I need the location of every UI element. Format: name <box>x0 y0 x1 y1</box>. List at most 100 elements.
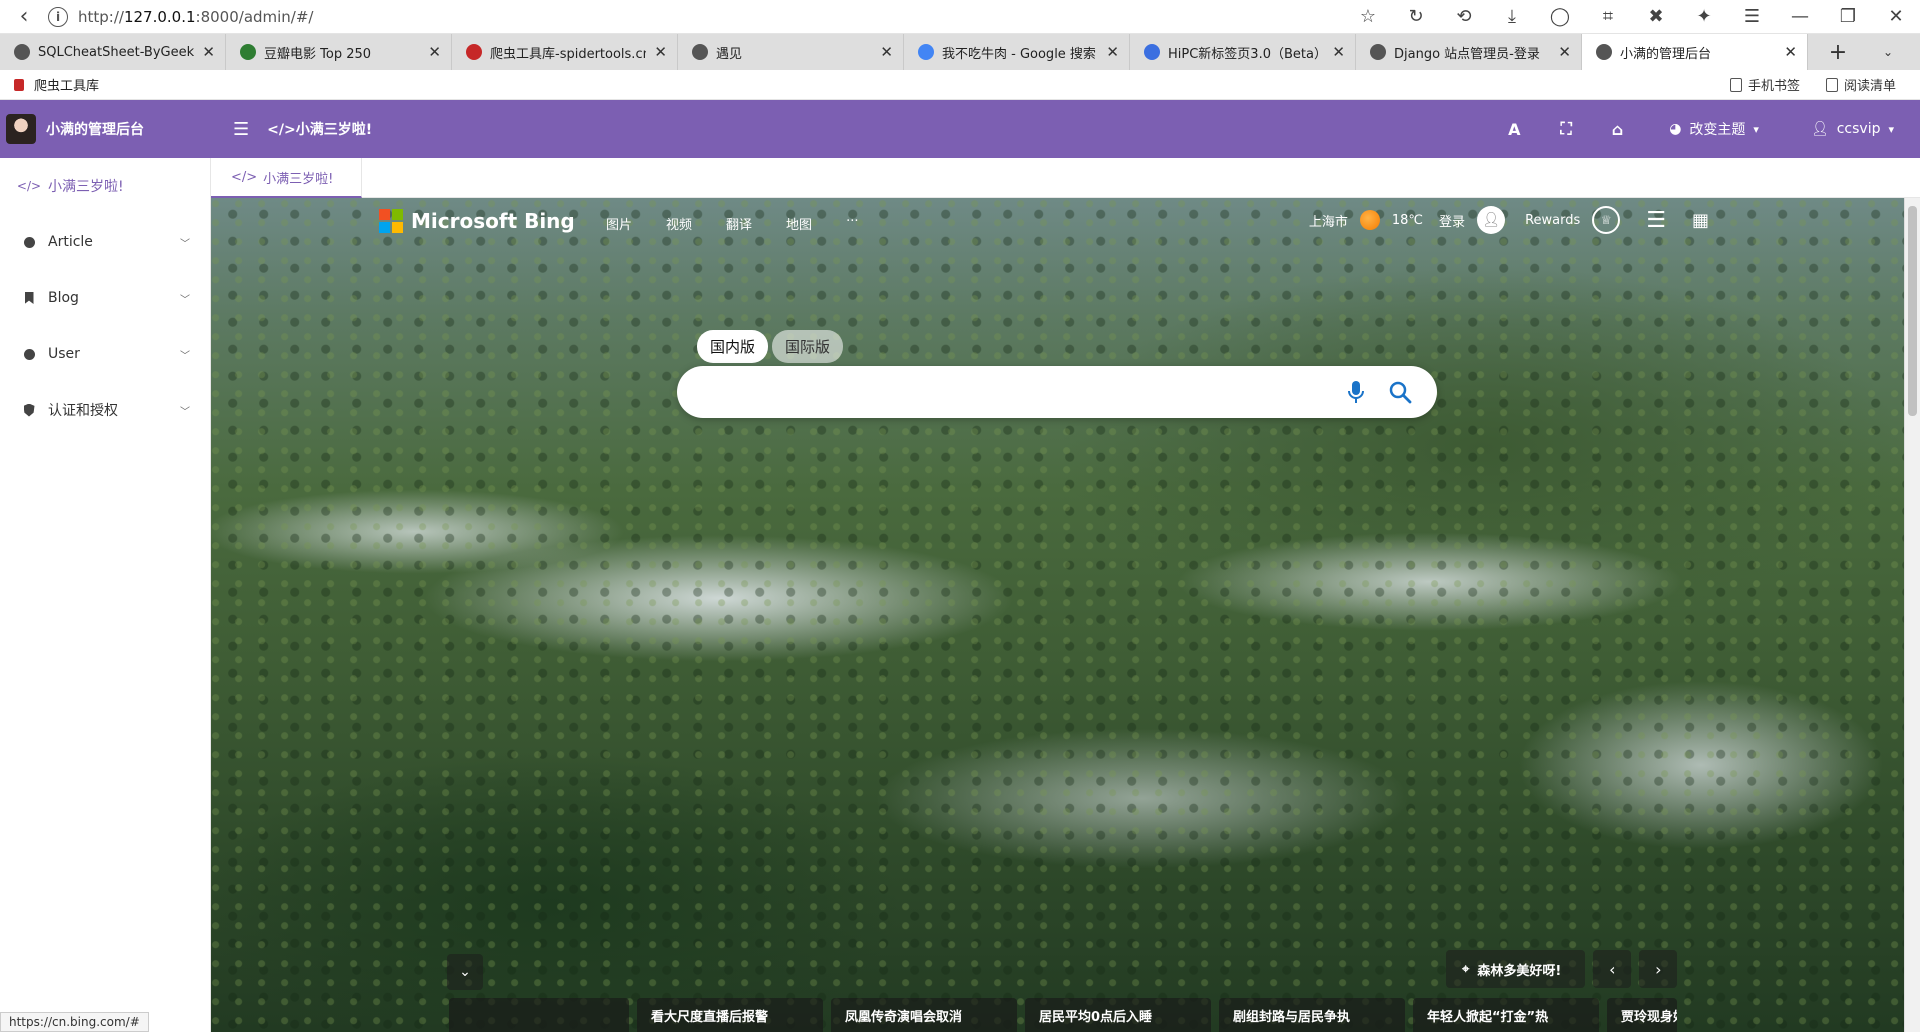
microphone-icon[interactable] <box>1341 380 1371 404</box>
mobile-bookmark-icon <box>1729 77 1742 92</box>
site-info-icon[interactable]: i <box>48 6 68 27</box>
extension-x-icon[interactable]: ✖ <box>1632 6 1680 27</box>
bing-nav-maps[interactable]: 地图 <box>786 214 812 233</box>
bing-rewards[interactable]: Rewards <box>1525 213 1580 228</box>
bing-image-caption: ⌖ 森林多美好呀! ‹ › <box>1446 950 1678 988</box>
next-image-button[interactable]: › <box>1639 950 1678 988</box>
tab-favicon-icon <box>692 44 708 60</box>
news-item[interactable]: 看大尺度直播后报警 <box>637 998 823 1032</box>
header-breadcrumb[interactable]: </>小满三岁啦! <box>267 119 372 139</box>
back-arrow-icon[interactable]: ‹ <box>0 4 48 29</box>
tab-title: 小满的管理后台 <box>1620 46 1712 62</box>
sidebar-item-auth[interactable]: 认证和授权 ﹀ <box>0 382 210 438</box>
minimize-icon[interactable]: — <box>1776 6 1824 27</box>
browser-tab[interactable]: 小满的管理后台 ✕ <box>1582 34 1808 70</box>
browser-tab[interactable]: 豆瓣电影 Top 250 ✕ <box>226 34 452 70</box>
expand-news-chevron-icon[interactable]: ⌄ <box>447 954 483 990</box>
location-pin-icon: ⌖ <box>1462 961 1470 977</box>
sidebar-item-user[interactable]: User ﹀ <box>0 326 210 382</box>
restore-icon[interactable]: ❐ <box>1824 6 1872 27</box>
history-icon[interactable]: ⟲ <box>1440 6 1488 27</box>
close-tab-icon[interactable]: ✕ <box>428 43 441 61</box>
bing-nav-videos[interactable]: 视频 <box>666 214 692 233</box>
bing-search-input[interactable] <box>677 366 1341 418</box>
tab-home[interactable]: </> 小满三岁啦! <box>211 158 363 198</box>
news-item[interactable]: 贾玲现身好 <box>1607 998 1677 1032</box>
browser-tab[interactable]: 我不吃牛肉 - Google 搜索 ✕ <box>904 34 1130 70</box>
browser-tab[interactable]: 遇见 ✕ <box>678 34 904 70</box>
bing-login[interactable]: 登录 <box>1439 211 1465 230</box>
sidebar-item-home[interactable]: </> 小满三岁啦! <box>0 158 210 214</box>
browser-tab[interactable]: Django 站点管理员-登录 ✕ <box>1356 34 1582 70</box>
bing-news-strip: 看大尺度直播后报警 凤凰传奇演唱会取消 居民平均0点后入睡 剧组封路与居民争执 … <box>449 998 1677 1032</box>
account-icon[interactable]: ◯ <box>1536 6 1584 27</box>
iframe-scrollbar[interactable] <box>1904 198 1920 1032</box>
hamburger-icon[interactable]: ☰ <box>233 119 249 140</box>
close-tab-icon[interactable]: ✕ <box>880 43 893 61</box>
close-tab-icon[interactable]: ✕ <box>1784 43 1797 61</box>
search-icon[interactable] <box>1385 380 1415 404</box>
tab-title: 我不吃牛肉 - Google 搜索 <box>942 46 1096 62</box>
bing-logo[interactable]: Microsoft Bing <box>379 209 575 233</box>
bing-menu-icon[interactable]: ☰ <box>1646 208 1666 233</box>
news-item[interactable]: 剧组封路与居民争执 <box>1219 998 1405 1032</box>
reading-list-link[interactable]: 阅读清单 <box>1825 75 1896 94</box>
crop-icon[interactable]: ⌗ <box>1584 6 1632 27</box>
weather-sun-icon <box>1359 210 1380 230</box>
prev-image-button[interactable]: ‹ <box>1593 950 1632 988</box>
caption-box[interactable]: ⌖ 森林多美好呀! <box>1446 950 1586 988</box>
reading-list-icon <box>1825 77 1838 92</box>
trophy-icon[interactable]: ♕ <box>1592 206 1621 234</box>
tab-title: 遇见 <box>716 46 743 62</box>
browser-tab-strip: SQLCheatSheet-ByGeekHo✕豆瓣电影 Top 250✕爬虫工具… <box>0 34 1920 70</box>
bing-nav-translate[interactable]: 翻译 <box>726 214 752 233</box>
puzzle-icon[interactable]: ✦ <box>1680 6 1728 27</box>
bing-search-box <box>677 366 1437 418</box>
user-icon[interactable]: 👤︎ <box>1477 206 1506 234</box>
toggle-domestic[interactable]: 国内版 <box>697 330 769 363</box>
font-size-icon[interactable]: A <box>1488 100 1540 158</box>
menu-icon[interactable]: ☰ <box>1728 6 1776 27</box>
browser-tab[interactable]: 爬虫工具库-spidertools.cn ✕ <box>452 34 678 70</box>
home-icon[interactable]: ⌂ <box>1592 100 1643 158</box>
browser-tab[interactable]: HiPC新标签页3.0（Beta） ✕ <box>1130 34 1356 70</box>
news-item[interactable]: 凤凰传奇演唱会取消 <box>831 998 1017 1032</box>
bing-nav-more[interactable]: ··· <box>846 214 858 233</box>
close-window-icon[interactable]: ✕ <box>1872 6 1920 27</box>
bookmark-spidertools[interactable]: 爬虫工具库 <box>34 75 99 94</box>
bing-city[interactable]: 上海市 <box>1309 211 1348 230</box>
qr-code-icon[interactable]: ▦ <box>1692 210 1709 231</box>
user-name: ccsvip <box>1836 121 1881 137</box>
sidebar-item-blog[interactable]: Blog ﹀ <box>0 270 210 326</box>
new-tab-button[interactable]: + <box>1808 34 1868 70</box>
sidebar-item-article[interactable]: Article ﹀ <box>0 214 210 270</box>
close-tab-icon[interactable]: ✕ <box>202 43 215 61</box>
news-item[interactable]: 年轻人掀起“打金”热 <box>1413 998 1599 1032</box>
scrollbar-thumb[interactable] <box>1908 206 1917 416</box>
news-item[interactable] <box>449 998 629 1032</box>
close-tab-icon[interactable]: ✕ <box>1106 43 1119 61</box>
admin-brand[interactable]: 小满的管理后台 <box>0 100 211 158</box>
change-theme-dropdown[interactable]: ◕ 改变主题 ▾ <box>1643 100 1785 158</box>
fullscreen-icon[interactable]: ⛶ <box>1541 100 1592 158</box>
close-tab-icon[interactable]: ✕ <box>1558 43 1571 61</box>
bing-nav-images[interactable]: 图片 <box>606 214 632 233</box>
mobile-bookmarks-link[interactable]: 手机书签 <box>1729 75 1800 94</box>
circle-icon <box>23 236 35 248</box>
download-icon[interactable]: ⤓ <box>1488 6 1536 27</box>
caption-text: 森林多美好呀! <box>1477 963 1562 979</box>
code-icon: </> <box>16 179 42 193</box>
browser-tab[interactable]: SQLCheatSheet-ByGeekHo ✕ <box>0 34 226 70</box>
circle-icon <box>23 348 35 360</box>
reload-icon[interactable]: ↻ <box>1392 6 1440 27</box>
sidebar-item-label: 小满三岁啦! <box>48 179 124 195</box>
news-item[interactable]: 居民平均0点后入睡 <box>1025 998 1211 1032</box>
tab-list-chevron-icon[interactable]: ⌄ <box>1868 34 1908 70</box>
user-dropdown[interactable]: 👤︎ ccsvip ▾ <box>1785 100 1920 158</box>
toggle-international[interactable]: 国际版 <box>772 330 844 363</box>
star-icon[interactable]: ☆ <box>1344 6 1392 27</box>
close-tab-icon[interactable]: ✕ <box>1332 43 1345 61</box>
address-url[interactable]: http://127.0.0.1:8000/admin/#/ <box>78 8 1344 26</box>
close-tab-icon[interactable]: ✕ <box>654 43 667 61</box>
tab-title: 爬虫工具库-spidertools.cn <box>490 46 647 62</box>
